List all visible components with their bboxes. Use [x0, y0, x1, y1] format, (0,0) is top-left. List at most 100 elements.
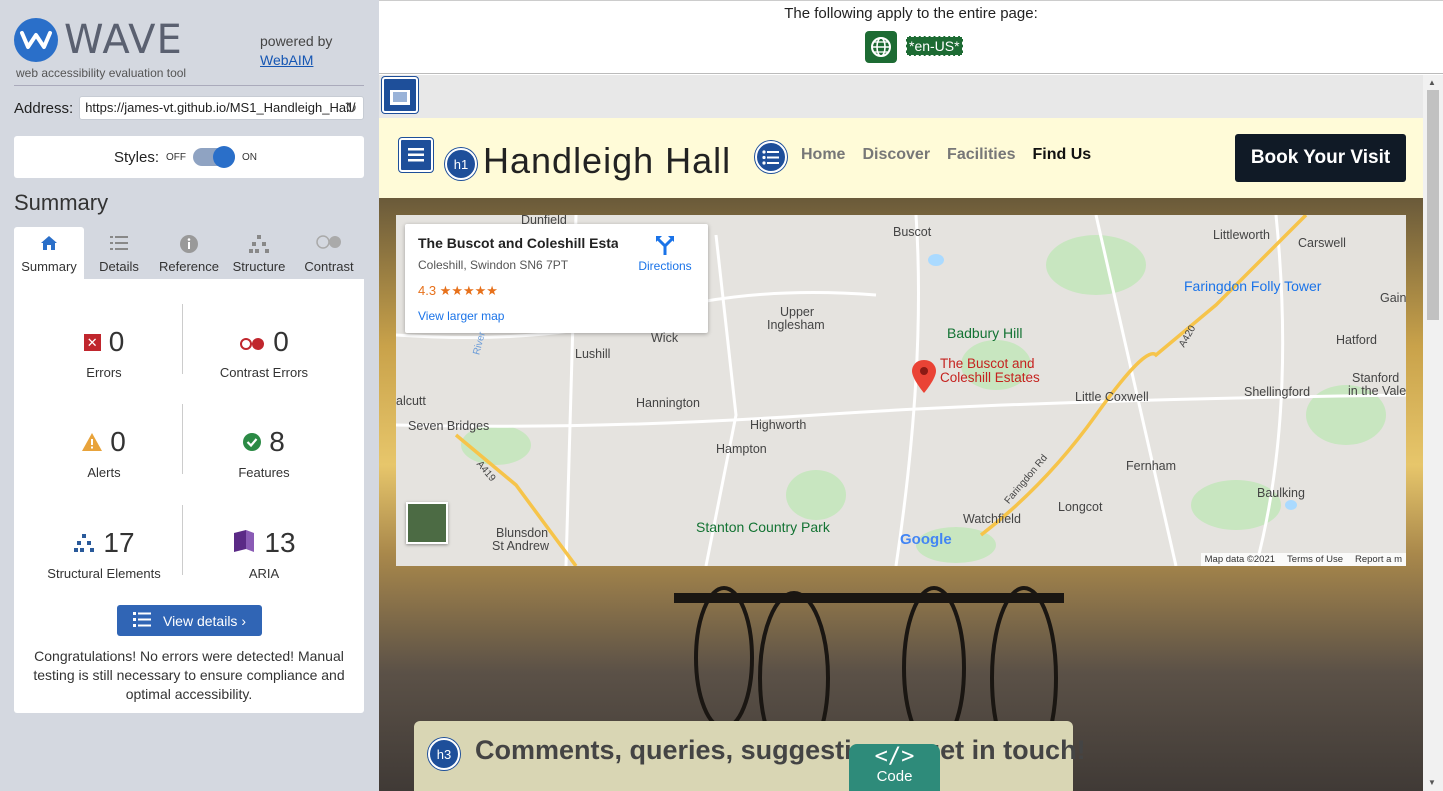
- wave-sidebar: WAVE web accessibility evaluation tool p…: [0, 0, 379, 791]
- scroll-up-icon[interactable]: ▲: [1428, 78, 1436, 87]
- book-visit-button[interactable]: Book Your Visit: [1235, 134, 1406, 182]
- map-label: Hannington: [636, 396, 700, 410]
- map-label: Baulking: [1257, 486, 1305, 500]
- site-nav: Home Discover Facilities Find Us: [801, 146, 1091, 164]
- nav-facilities[interactable]: Facilities: [947, 146, 1015, 164]
- address-bar: Address: https://james-vt.github.io/MS1_…: [14, 96, 365, 120]
- map-label: Gain: [1380, 291, 1406, 305]
- divider: [182, 304, 183, 374]
- features-label: Features: [238, 465, 290, 480]
- map-label: Watchfield: [963, 512, 1021, 526]
- summary-panel: ✕ 0 Errors 0 Contrast Errors 0 Alerts 8 F…: [14, 279, 364, 713]
- tab-structure-label: Structure: [232, 259, 286, 274]
- error-icon: ✕: [83, 333, 101, 351]
- nav-find-us[interactable]: Find Us: [1033, 146, 1092, 164]
- map-label: Faringdon Folly Tower: [1184, 278, 1322, 294]
- contact-section: h3 Comments, queries, suggestions - get …: [414, 721, 1086, 791]
- map-data-text: Map data ©2021: [1204, 554, 1276, 565]
- map-label: Fernham: [1126, 459, 1177, 473]
- contrast-errors-label: Contrast Errors: [219, 365, 309, 380]
- map-label: Coleshill Estates: [940, 370, 1040, 385]
- stat-features[interactable]: 8 Features: [184, 423, 344, 480]
- nav-list-icon[interactable]: [755, 141, 787, 173]
- map-footer: Map data ©2021 Terms of Use Report a m: [1200, 553, 1406, 566]
- alerts-label: Alerts: [87, 465, 121, 480]
- satellite-toggle[interactable]: [406, 502, 448, 544]
- code-toggle-button[interactable]: </> Code: [849, 744, 940, 791]
- google-logo: Google: [900, 531, 952, 548]
- wave-logo-text: WAVE: [64, 17, 183, 63]
- nav-home[interactable]: Home: [801, 146, 845, 164]
- styles-label: Styles:: [113, 148, 159, 166]
- map-label: St Andrew: [492, 539, 549, 553]
- site-header: h1 Handleigh Hall Home Discover Faciliti…: [379, 118, 1423, 198]
- map-label: Shellingford: [1244, 385, 1311, 399]
- structure-region-icon[interactable]: [382, 77, 418, 113]
- map-label: alcutt: [396, 394, 426, 408]
- powered-by: powered by WebAIM: [260, 32, 332, 70]
- tab-summary[interactable]: Summary: [14, 227, 84, 279]
- wave-logo[interactable]: WAVE: [14, 17, 183, 63]
- stat-aria[interactable]: 13 ARIA: [184, 524, 344, 581]
- header-landmark-icon[interactable]: [399, 138, 433, 172]
- h1-badge[interactable]: h1: [445, 148, 477, 180]
- map-label: Longcot: [1058, 500, 1103, 514]
- scroll-down-icon[interactable]: ▼: [1428, 778, 1436, 787]
- directions-label: Directions: [638, 259, 692, 273]
- webaim-link[interactable]: WebAIM: [260, 52, 313, 68]
- place-address: Coleshill, Swindon SN6 7PT: [418, 258, 569, 272]
- stat-errors[interactable]: ✕ 0 Errors: [24, 323, 184, 380]
- stat-alerts[interactable]: 0 Alerts: [24, 423, 184, 480]
- map-label: Hatford: [1336, 333, 1377, 347]
- tab-details[interactable]: Details: [84, 227, 154, 279]
- google-map[interactable]: The Buscot and Coleshill Esta... Coleshi…: [396, 215, 1406, 566]
- page-scrollbar[interactable]: ▲ ▼: [1423, 75, 1443, 791]
- map-label: Buscot: [893, 225, 932, 239]
- address-input[interactable]: https://james-vt.github.io/MS1_Handleigh…: [79, 96, 365, 120]
- terms-link[interactable]: Terms of Use: [1287, 554, 1343, 565]
- map-label: Highworth: [750, 418, 807, 432]
- map-label: Inglesham: [767, 318, 825, 332]
- list-icon: [84, 235, 154, 259]
- map-label: Lushill: [575, 347, 611, 361]
- stat-contrast-errors[interactable]: 0 Contrast Errors: [184, 323, 344, 380]
- tab-reference-label: Reference: [159, 259, 219, 274]
- alert-icon: [82, 426, 103, 458]
- styles-on-label: ON: [242, 151, 257, 163]
- h3-badge[interactable]: h3: [428, 738, 460, 770]
- map-label: Little Coxwell: [1075, 390, 1149, 404]
- map-label: Badbury Hill: [947, 325, 1023, 341]
- directions-button[interactable]: Directions: [635, 234, 695, 273]
- page-level-text: The following apply to the entire page:: [784, 5, 1038, 22]
- aria-label: ARIA: [248, 566, 280, 581]
- divider: [14, 85, 364, 86]
- congrats-message: Congratulations! No errors were detected…: [33, 648, 345, 702]
- tab-contrast[interactable]: Contrast: [294, 227, 364, 279]
- tab-structure[interactable]: Structure: [224, 227, 294, 279]
- styles-toggle[interactable]: [193, 146, 235, 168]
- tab-contrast-label: Contrast: [304, 259, 354, 274]
- view-details-button[interactable]: View details ›: [117, 605, 262, 636]
- report-link[interactable]: Report a m: [1355, 554, 1402, 565]
- wave-subtitle: web accessibility evaluation tool: [16, 66, 187, 80]
- aria-count: 13: [264, 527, 296, 558]
- language-badge[interactable]: *en-US*: [906, 36, 963, 56]
- place-rating: 4.3 ★★★★★: [418, 283, 498, 298]
- view-larger-map-link[interactable]: View larger map: [418, 309, 504, 323]
- code-label: Code: [876, 768, 913, 785]
- home-icon: [14, 235, 84, 259]
- stat-structural[interactable]: 17 Structural Elements: [24, 524, 184, 581]
- globe-icon[interactable]: [865, 31, 897, 63]
- tab-reference[interactable]: Reference: [154, 227, 224, 279]
- scroll-thumb[interactable]: [1427, 90, 1439, 320]
- google-wordmark: Google: [900, 531, 952, 548]
- page-viewport: h1 Handleigh Hall Home Discover Faciliti…: [379, 75, 1423, 791]
- place-title: The Buscot and Coleshill Esta...: [418, 235, 618, 251]
- view-details-label: View details ›: [162, 612, 246, 629]
- address-label: Address:: [14, 99, 74, 117]
- map-label: in the Vale: [1348, 384, 1406, 398]
- tab-details-label: Details: [99, 259, 139, 274]
- aria-icon: [232, 527, 256, 559]
- reload-icon[interactable]: ↻: [345, 99, 358, 117]
- nav-discover[interactable]: Discover: [862, 146, 930, 164]
